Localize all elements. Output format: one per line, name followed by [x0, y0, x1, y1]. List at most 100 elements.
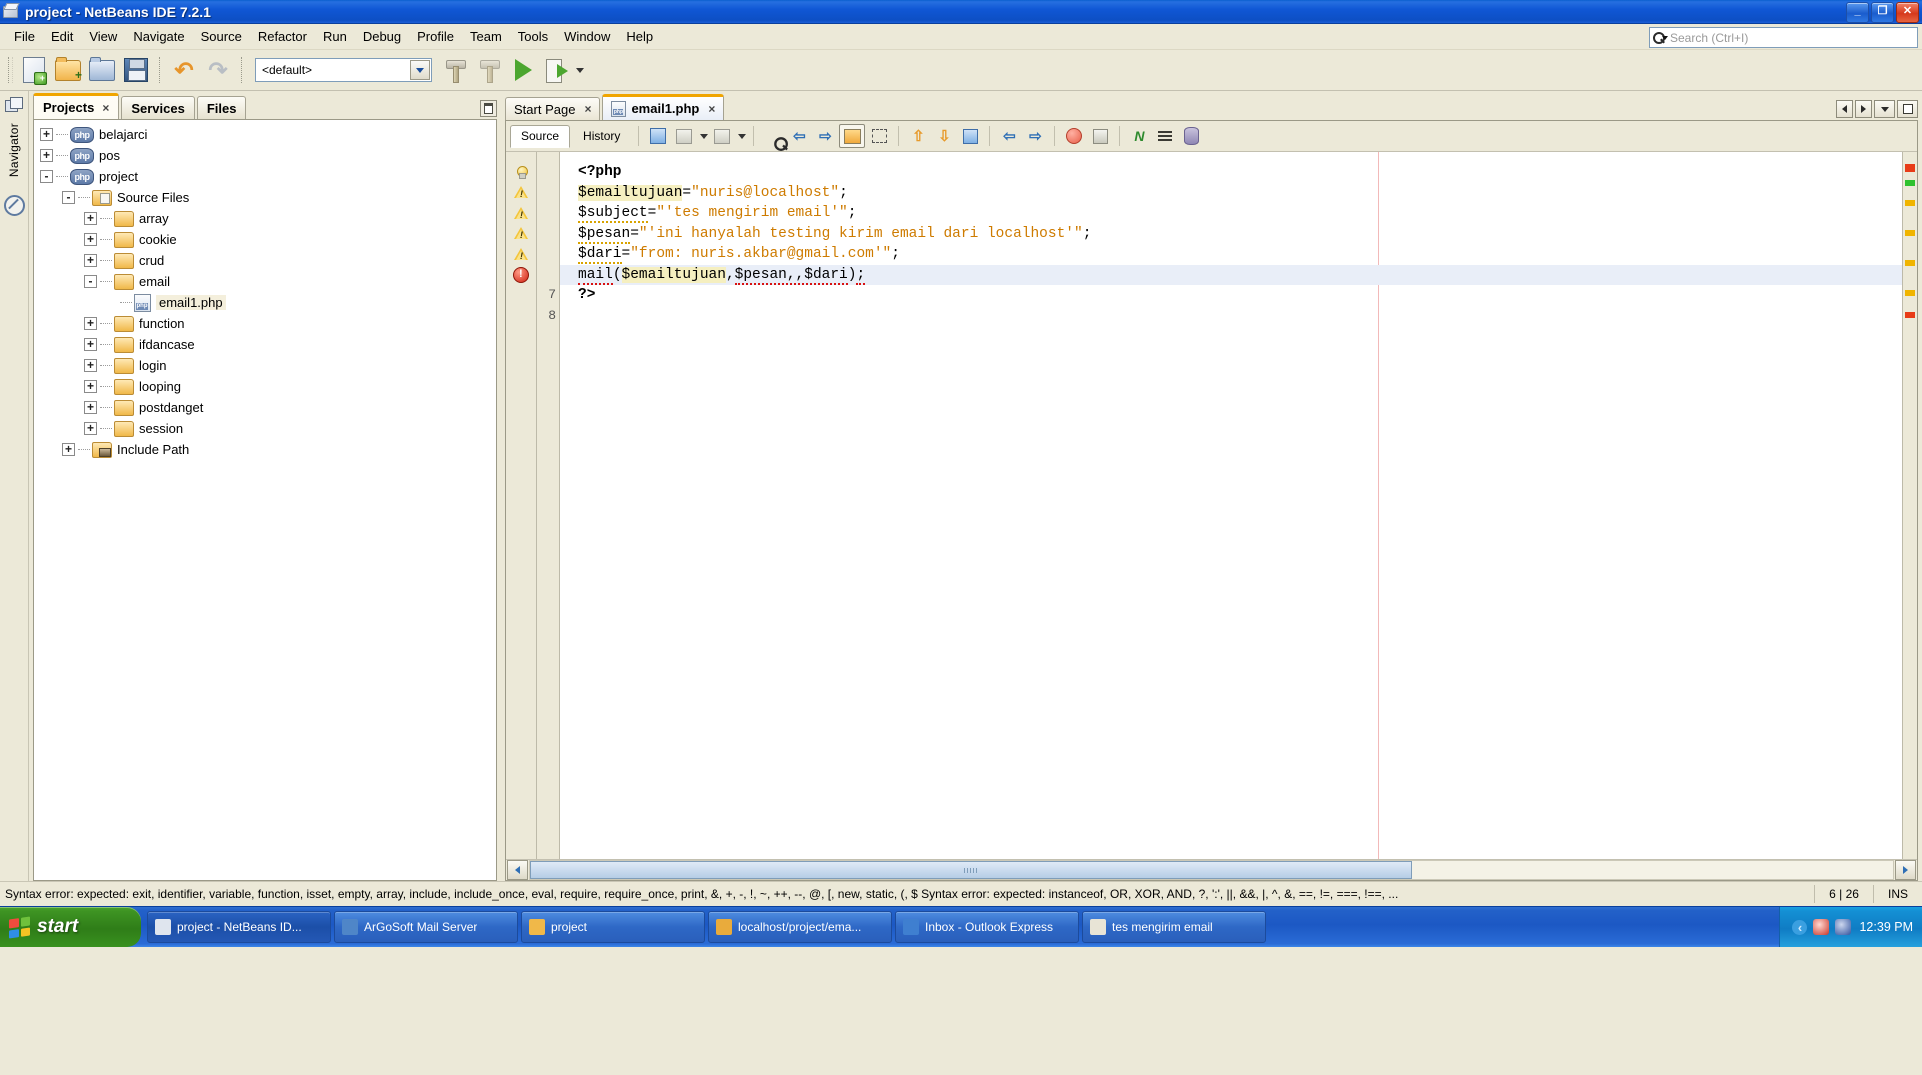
code-line[interactable]: <?php: [560, 162, 1902, 183]
code-line[interactable]: $dari="from: nuris.akbar@gmail.com'";: [560, 244, 1902, 265]
tree-node[interactable]: +looping: [40, 376, 496, 397]
shift-right-icon[interactable]: ⇨: [1023, 125, 1047, 147]
hint-bulb-icon[interactable]: [516, 166, 527, 179]
new-file-button[interactable]: +: [17, 53, 51, 87]
taskbar-item[interactable]: localhost/project/ema...: [708, 911, 892, 943]
show-hidden-icons-chevron-icon[interactable]: ‹: [1792, 920, 1807, 935]
code-editor[interactable]: !!!! 78 <?php$emailtujuan="nuris@localho…: [506, 152, 1917, 859]
warning-icon[interactable]: !: [514, 227, 528, 240]
expand-icon[interactable]: +: [40, 149, 53, 162]
warning-icon[interactable]: !: [514, 248, 528, 261]
taskbar-item[interactable]: project: [521, 911, 705, 943]
run-project-button[interactable]: [506, 53, 540, 87]
glyph-gutter[interactable]: !!!!: [506, 152, 537, 859]
glyph-gutter-cell[interactable]: [506, 265, 536, 286]
code-text-area[interactable]: <?php$emailtujuan="nuris@localhost";$sub…: [560, 152, 1902, 859]
back-icon[interactable]: [672, 125, 696, 147]
glyph-gutter-cell[interactable]: !: [506, 224, 536, 245]
scroll-left-button[interactable]: [507, 860, 528, 880]
navigator-rail-label[interactable]: Navigator: [7, 123, 21, 177]
close-icon[interactable]: ×: [708, 102, 715, 116]
glyph-gutter-cell[interactable]: !: [506, 203, 536, 224]
tree-node[interactable]: +postdanget: [40, 397, 496, 418]
shift-line-down-icon[interactable]: ⇩: [932, 125, 956, 147]
warning-marker[interactable]: [1905, 200, 1915, 206]
tree-node[interactable]: +session: [40, 418, 496, 439]
tree-node[interactable]: +function: [40, 313, 496, 334]
toggle-breakpoint-icon[interactable]: [1062, 125, 1086, 147]
warning-marker[interactable]: [1905, 260, 1915, 266]
horizontal-scrollbar[interactable]: [506, 859, 1917, 880]
expand-icon[interactable]: +: [84, 317, 97, 330]
error-annotation-strip[interactable]: [1902, 152, 1917, 859]
search-input[interactable]: Search (Ctrl+I): [1649, 27, 1918, 48]
project-configuration-select[interactable]: <default>: [255, 58, 432, 82]
network-icon[interactable]: [1835, 919, 1851, 935]
collapse-icon[interactable]: -: [40, 170, 53, 183]
error-icon[interactable]: [513, 267, 529, 283]
menu-file[interactable]: File: [6, 26, 43, 47]
scroll-tabs-left-button[interactable]: [1836, 100, 1853, 118]
taskbar-item[interactable]: project - NetBeans ID...: [147, 911, 331, 943]
menu-source[interactable]: Source: [193, 26, 250, 47]
code-line[interactable]: [560, 306, 1902, 327]
code-line[interactable]: ?>: [560, 285, 1902, 306]
open-project-button[interactable]: [85, 53, 119, 87]
menu-window[interactable]: Window: [556, 26, 618, 47]
tree-node[interactable]: email1.php: [40, 292, 496, 313]
glyph-gutter-cell[interactable]: !: [506, 244, 536, 265]
tree-node[interactable]: +crud: [40, 250, 496, 271]
code-line[interactable]: mail($emailtujuan,$pesan,,$dari);: [560, 265, 1902, 286]
menu-debug[interactable]: Debug: [355, 26, 409, 47]
expand-icon[interactable]: +: [84, 254, 97, 267]
warning-icon[interactable]: !: [514, 207, 528, 220]
minimize-panel-button[interactable]: [480, 100, 497, 117]
menu-run[interactable]: Run: [315, 26, 355, 47]
tree-node[interactable]: +array: [40, 208, 496, 229]
maximize-button[interactable]: ❐: [1871, 2, 1894, 23]
align-icon[interactable]: [1153, 125, 1177, 147]
warning-marker[interactable]: [1905, 230, 1915, 236]
toggle-comment-icon[interactable]: [958, 125, 982, 147]
expand-icon[interactable]: +: [40, 128, 53, 141]
expand-icon[interactable]: +: [84, 380, 97, 393]
tree-node[interactable]: -Source Files: [40, 187, 496, 208]
antivirus-icon[interactable]: [1813, 919, 1829, 935]
expand-icon[interactable]: +: [62, 443, 75, 456]
collapse-icon[interactable]: -: [84, 275, 97, 288]
chevron-down-icon[interactable]: [700, 134, 708, 139]
redo-button[interactable]: ↷: [201, 53, 235, 87]
minimize-button[interactable]: _: [1846, 2, 1869, 23]
project-tree[interactable]: +phpbelajarci+phppos-phpproject-Source F…: [33, 119, 497, 881]
toggle-highlight-icon[interactable]: [839, 124, 865, 148]
menu-edit[interactable]: Edit: [43, 26, 81, 47]
chevron-down-icon[interactable]: [410, 60, 430, 80]
glyph-gutter-cell[interactable]: [506, 285, 536, 306]
maximize-editor-button[interactable]: [1897, 100, 1918, 118]
view-tab-source[interactable]: Source: [510, 125, 570, 148]
find-selection-icon[interactable]: [761, 125, 785, 147]
taskbar-item[interactable]: ArGoSoft Mail Server: [334, 911, 518, 943]
collapse-icon[interactable]: -: [62, 191, 75, 204]
save-all-button[interactable]: [119, 53, 153, 87]
scrollbar-track[interactable]: [529, 860, 1894, 880]
expand-icon[interactable]: +: [84, 422, 97, 435]
tree-node[interactable]: +cookie: [40, 229, 496, 250]
netbeans-format-icon[interactable]: N: [1127, 125, 1151, 147]
warning-icon[interactable]: !: [514, 186, 528, 199]
expand-icon[interactable]: +: [84, 359, 97, 372]
menu-help[interactable]: Help: [618, 26, 661, 47]
expand-icon[interactable]: +: [84, 212, 97, 225]
menu-tools[interactable]: Tools: [510, 26, 556, 47]
code-line[interactable]: $subject="'tes mengirim email'";: [560, 203, 1902, 224]
taskbar-item[interactable]: tes mengirim email: [1082, 911, 1266, 943]
windows-restore-icon[interactable]: [5, 97, 23, 115]
toolbar-grip[interactable]: [8, 57, 13, 83]
scrollbar-thumb[interactable]: [530, 861, 1412, 879]
chevron-down-icon[interactable]: [738, 134, 746, 139]
shift-line-up-icon[interactable]: ⇧: [906, 125, 930, 147]
expand-icon[interactable]: +: [84, 401, 97, 414]
taskbar-clock[interactable]: 12:39 PM: [1859, 920, 1913, 934]
tab-services[interactable]: Services: [121, 96, 195, 119]
view-tab-history[interactable]: History: [572, 125, 631, 148]
